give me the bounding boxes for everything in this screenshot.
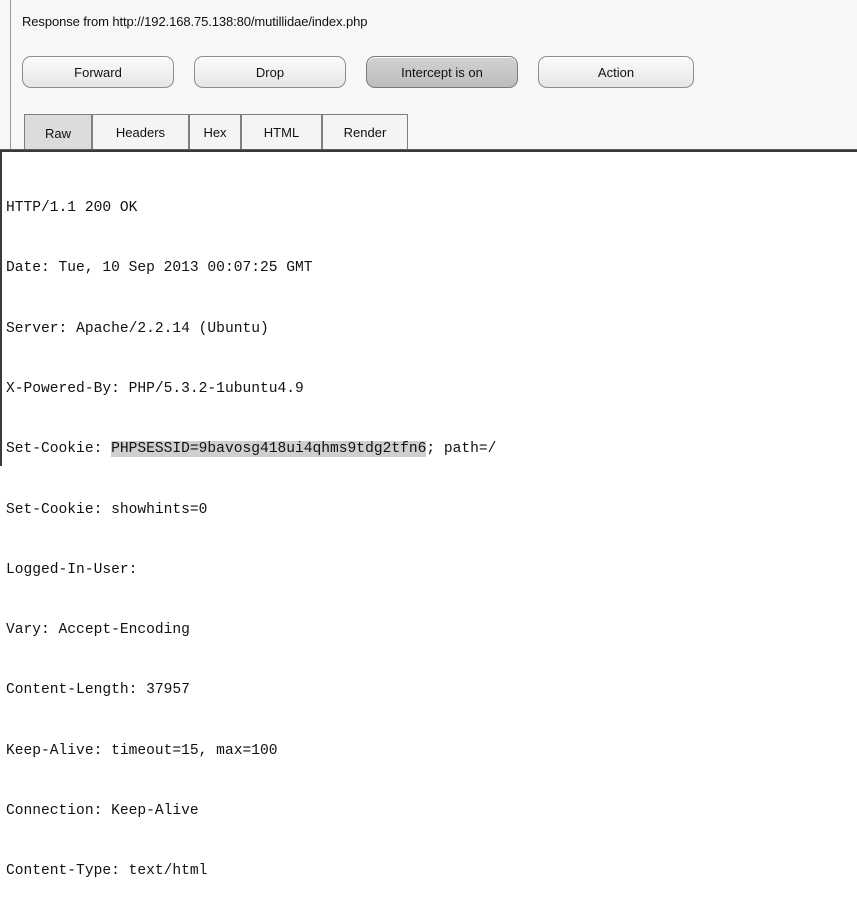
response-line: Content-Type: text/html: [6, 863, 208, 880]
response-text[interactable]: HTTP/1.1 200 OK Date: Tue, 10 Sep 2013 0…: [6, 158, 496, 922]
set-cookie-prefix: Set-Cookie:: [6, 441, 112, 458]
intercept-toggle-button[interactable]: Intercept is on: [366, 56, 518, 88]
response-line: Content-Length: 37957: [6, 682, 190, 699]
editor-left-border: [0, 150, 2, 466]
tab-raw[interactable]: Raw: [24, 114, 92, 151]
response-line: Vary: Accept-Encoding: [6, 622, 190, 639]
drop-button[interactable]: Drop: [194, 56, 346, 88]
forward-button[interactable]: Forward: [22, 56, 174, 88]
response-line: Logged-In-User:: [6, 561, 138, 578]
cookie-path: ; path=/: [426, 441, 497, 458]
response-source-label: Response from http://192.168.75.138:80/m…: [22, 14, 368, 29]
burp-intercept-panel: Response from http://192.168.75.138:80/m…: [0, 0, 857, 879]
response-line: HTTP/1.1 200 OK: [6, 200, 138, 217]
response-line-set-cookie-session: Set-Cookie: PHPSESSID=9bavosg418ui4qhms9…: [6, 439, 496, 459]
response-line: X-Powered-By: PHP/5.3.2-1ubuntu4.9: [6, 381, 304, 398]
action-button[interactable]: Action: [538, 56, 694, 88]
tab-render[interactable]: Render: [322, 114, 408, 150]
response-line: Connection: Keep-Alive: [6, 803, 199, 819]
tab-html[interactable]: HTML: [241, 114, 322, 150]
response-line: Date: Tue, 10 Sep 2013 00:07:25 GMT: [6, 260, 313, 277]
panel-divider: [10, 0, 11, 150]
highlighted-session-id[interactable]: PHPSESSID=9bavosg418ui4qhms9tdg2tfn6: [111, 441, 427, 458]
response-line: Set-Cookie: showhints=0: [6, 501, 208, 518]
tab-headers[interactable]: Headers: [92, 114, 189, 150]
tab-hex[interactable]: Hex: [189, 114, 241, 150]
response-line: Keep-Alive: timeout=15, max=100: [6, 742, 278, 759]
response-line: Server: Apache/2.2.14 (Ubuntu): [6, 320, 269, 337]
